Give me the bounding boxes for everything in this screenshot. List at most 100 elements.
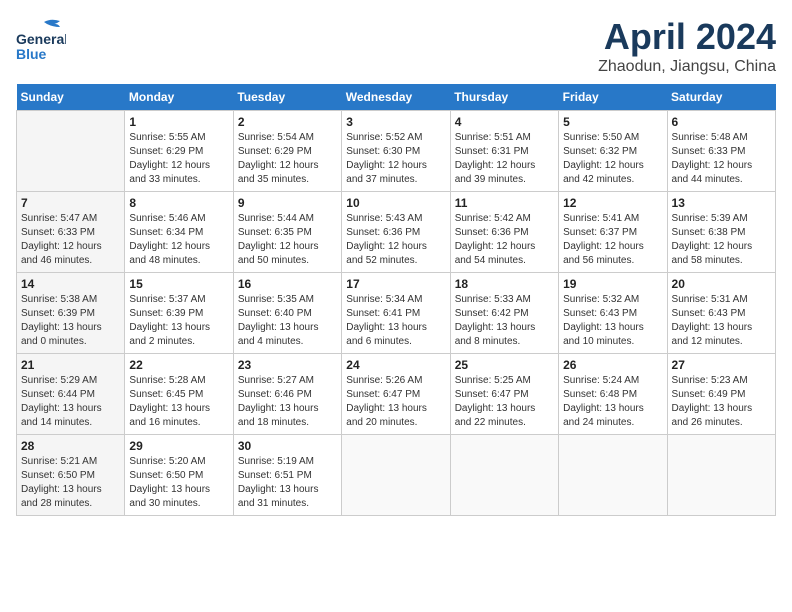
day-info: Sunrise: 5:21 AMSunset: 6:50 PMDaylight:… [21,456,102,509]
day-info: Sunrise: 5:33 AMSunset: 6:42 PMDaylight:… [455,294,536,347]
day-number: 7 [21,196,120,210]
weekday-header-tuesday: Tuesday [233,84,341,111]
calendar-day-cell: 21 Sunrise: 5:29 AMSunset: 6:44 PMDayligh… [17,354,125,435]
weekday-header-sunday: Sunday [17,84,125,111]
calendar-day-cell: 18Sunrise: 5:33 AMSunset: 6:42 PMDayligh… [450,273,558,354]
day-info: Sunrise: 5:42 AMSunset: 6:36 PMDaylight:… [455,213,536,266]
day-number: 14 [21,277,120,291]
day-info: Sunrise: 5:44 AMSunset: 6:35 PMDaylight:… [238,213,319,266]
day-number: 22 [129,358,228,372]
day-number: 16 [238,277,337,291]
weekday-header-thursday: Thursday [450,84,558,111]
day-number: 20 [672,277,771,291]
calendar-day-cell: 23 Sunrise: 5:27 AMSunset: 6:46 PMDayligh… [233,354,341,435]
day-number: 19 [563,277,662,291]
calendar-table: SundayMondayTuesdayWednesdayThursdayFrid… [16,84,776,516]
day-number: 28 [21,439,120,453]
calendar-day-cell [450,435,558,516]
calendar-week-row: 21 Sunrise: 5:29 AMSunset: 6:44 PMDayligh… [17,354,776,435]
calendar-day-cell: 13Sunrise: 5:39 AMSunset: 6:38 PMDayligh… [667,192,775,273]
calendar-day-cell: 4 Sunrise: 5:51 AMSunset: 6:31 PMDaylight… [450,111,558,192]
calendar-day-cell: 20 Sunrise: 5:31 AMSunset: 6:43 PMDayligh… [667,273,775,354]
title-block: April 2024 Zhaodun, Jiangsu, China [598,16,776,76]
svg-text:General: General [16,31,66,47]
day-number: 4 [455,115,554,129]
day-info: Sunrise: 5:35 AMSunset: 6:40 PMDaylight:… [238,294,319,347]
day-info: Sunrise: 5:28 AMSunset: 6:45 PMDaylight:… [129,375,210,428]
weekday-header-row: SundayMondayTuesdayWednesdayThursdayFrid… [17,84,776,111]
day-number: 21 [21,358,120,372]
day-info: Sunrise: 5:23 AMSunset: 6:49 PMDaylight:… [672,375,753,428]
calendar-day-cell: 19 Sunrise: 5:32 AMSunset: 6:43 PMDayligh… [559,273,667,354]
calendar-day-cell: 8 Sunrise: 5:46 AMSunset: 6:34 PMDaylight… [125,192,233,273]
calendar-day-cell: 3Sunrise: 5:52 AMSunset: 6:30 PMDaylight… [342,111,450,192]
day-number: 25 [455,358,554,372]
calendar-day-cell: 14Sunrise: 5:38 AMSunset: 6:39 PMDayligh… [17,273,125,354]
weekday-header-friday: Friday [559,84,667,111]
calendar-day-cell: 5Sunrise: 5:50 AMSunset: 6:32 PMDaylight… [559,111,667,192]
calendar-day-cell: 16 Sunrise: 5:35 AMSunset: 6:40 PMDayligh… [233,273,341,354]
calendar-day-cell: 22 Sunrise: 5:28 AMSunset: 6:45 PMDayligh… [125,354,233,435]
day-info: Sunrise: 5:51 AMSunset: 6:31 PMDaylight:… [455,132,536,185]
day-info: Sunrise: 5:37 AMSunset: 6:39 PMDaylight:… [129,294,210,347]
calendar-week-row: 28 Sunrise: 5:21 AMSunset: 6:50 PMDayligh… [17,435,776,516]
day-number: 30 [238,439,337,453]
calendar-subtitle: Zhaodun, Jiangsu, China [598,58,776,76]
day-number: 6 [672,115,771,129]
calendar-day-cell [342,435,450,516]
day-info: Sunrise: 5:54 AMSunset: 6:29 PMDaylight:… [238,132,319,185]
day-number: 17 [346,277,445,291]
calendar-day-cell: 2 Sunrise: 5:54 AMSunset: 6:29 PMDaylight… [233,111,341,192]
day-number: 10 [346,196,445,210]
day-number: 27 [672,358,771,372]
calendar-week-row: 14Sunrise: 5:38 AMSunset: 6:39 PMDayligh… [17,273,776,354]
calendar-day-cell: 1Sunrise: 5:55 AMSunset: 6:29 PMDaylight… [125,111,233,192]
day-info: Sunrise: 5:34 AMSunset: 6:41 PMDaylight:… [346,294,427,347]
calendar-day-cell: 30Sunrise: 5:19 AMSunset: 6:51 PMDayligh… [233,435,341,516]
day-info: Sunrise: 5:50 AMSunset: 6:32 PMDaylight:… [563,132,644,185]
day-info: Sunrise: 5:55 AMSunset: 6:29 PMDaylight:… [129,132,210,185]
calendar-day-cell: 7 Sunrise: 5:47 AMSunset: 6:33 PMDaylight… [17,192,125,273]
calendar-day-cell: 11 Sunrise: 5:42 AMSunset: 6:36 PMDayligh… [450,192,558,273]
day-number: 2 [238,115,337,129]
day-number: 29 [129,439,228,453]
day-info: Sunrise: 5:43 AMSunset: 6:36 PMDaylight:… [346,213,427,266]
calendar-day-cell: 29 Sunrise: 5:20 AMSunset: 6:50 PMDayligh… [125,435,233,516]
day-number: 9 [238,196,337,210]
day-number: 24 [346,358,445,372]
day-info: Sunrise: 5:52 AMSunset: 6:30 PMDaylight:… [346,132,427,185]
day-info: Sunrise: 5:32 AMSunset: 6:43 PMDaylight:… [563,294,644,347]
day-info: Sunrise: 5:46 AMSunset: 6:34 PMDaylight:… [129,213,210,266]
day-info: Sunrise: 5:24 AMSunset: 6:48 PMDaylight:… [563,375,644,428]
day-number: 15 [129,277,228,291]
weekday-header-wednesday: Wednesday [342,84,450,111]
day-info: Sunrise: 5:41 AMSunset: 6:37 PMDaylight:… [563,213,644,266]
weekday-header-monday: Monday [125,84,233,111]
calendar-day-cell: 6 Sunrise: 5:48 AMSunset: 6:33 PMDaylight… [667,111,775,192]
day-info: Sunrise: 5:31 AMSunset: 6:43 PMDaylight:… [672,294,753,347]
calendar-day-cell: 17 Sunrise: 5:34 AMSunset: 6:41 PMDayligh… [342,273,450,354]
calendar-title: April 2024 [598,16,776,58]
day-info: Sunrise: 5:29 AMSunset: 6:44 PMDaylight:… [21,375,102,428]
calendar-day-cell: 28 Sunrise: 5:21 AMSunset: 6:50 PMDayligh… [17,435,125,516]
day-info: Sunrise: 5:20 AMSunset: 6:50 PMDaylight:… [129,456,210,509]
calendar-day-cell [559,435,667,516]
day-info: Sunrise: 5:27 AMSunset: 6:46 PMDaylight:… [238,375,319,428]
day-info: Sunrise: 5:26 AMSunset: 6:47 PMDaylight:… [346,375,427,428]
day-number: 23 [238,358,337,372]
calendar-day-cell: 24 Sunrise: 5:26 AMSunset: 6:47 PMDayligh… [342,354,450,435]
logo-svg: GeneralBlue [16,16,66,61]
calendar-day-cell: 10 Sunrise: 5:43 AMSunset: 6:36 PMDayligh… [342,192,450,273]
day-number: 8 [129,196,228,210]
day-number: 26 [563,358,662,372]
day-info: Sunrise: 5:48 AMSunset: 6:33 PMDaylight:… [672,132,753,185]
calendar-day-cell: 9 Sunrise: 5:44 AMSunset: 6:35 PMDaylight… [233,192,341,273]
day-info: Sunrise: 5:47 AMSunset: 6:33 PMDaylight:… [21,213,102,266]
calendar-day-cell [667,435,775,516]
day-info: Sunrise: 5:25 AMSunset: 6:47 PMDaylight:… [455,375,536,428]
calendar-day-cell: 27 Sunrise: 5:23 AMSunset: 6:49 PMDayligh… [667,354,775,435]
calendar-day-cell: 26 Sunrise: 5:24 AMSunset: 6:48 PMDayligh… [559,354,667,435]
calendar-week-row: 1Sunrise: 5:55 AMSunset: 6:29 PMDaylight… [17,111,776,192]
calendar-day-cell: 12Sunrise: 5:41 AMSunset: 6:37 PMDayligh… [559,192,667,273]
day-number: 11 [455,196,554,210]
